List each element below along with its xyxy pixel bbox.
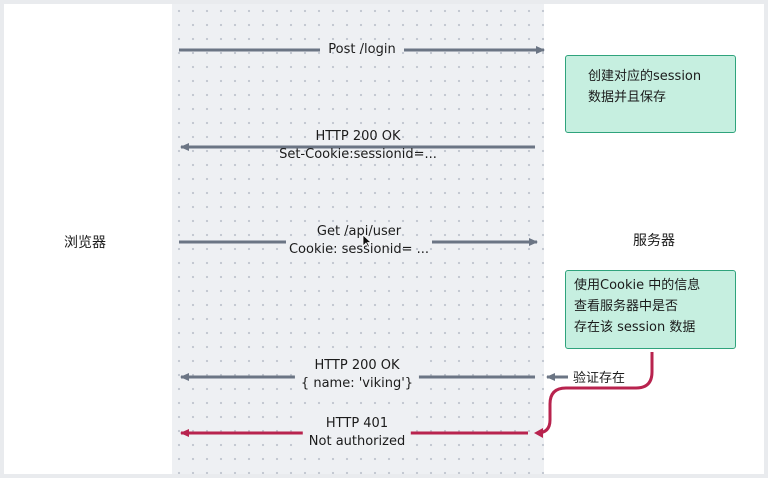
message-ok1-line1: HTTP 200 OK [315, 129, 401, 144]
note-check-session: 使用Cookie 中的信息 查看服务器中是否 存在该 session 数据 [565, 270, 736, 349]
verify-exists-label: 验证存在 [570, 367, 629, 386]
message-get-line2: Cookie: sessionid= ... [288, 242, 430, 257]
arrow-red-branch [536, 352, 654, 435]
message-login-text: Post /login [328, 42, 396, 57]
message-login: Post /login [328, 41, 395, 59]
message-ok2-line1: HTTP 200 OK [294, 357, 420, 375]
arrow-red-head-in [534, 428, 543, 438]
note-create-session: 创建对应的session 数据并且保存 [565, 55, 736, 133]
note-create-line2: 数据并且保存 [588, 90, 667, 105]
message-unauthorized-line1: HTTP 401 [302, 415, 412, 433]
message-unauthorized: HTTP 401 Not authorized [302, 415, 412, 451]
message-ok2: HTTP 200 OK { name: 'viking'} [294, 357, 420, 393]
message-ok1-line2: Set-Cookie:sessionid=... [279, 147, 437, 162]
message-unauthorized-line2: Not authorized [302, 433, 412, 451]
message-get-line1: Get /api/user [316, 224, 402, 239]
message-ok1: HTTP 200 OK Set-Cookie:sessionid=... [279, 128, 437, 164]
mouse-pointer-icon [362, 234, 373, 251]
note-create-line1: 创建对应的session [588, 69, 702, 84]
note-check-line2: 查看服务器中是否 [574, 299, 679, 314]
note-check-line1: 使用Cookie 中的信息 [574, 278, 701, 293]
note-check-line3: 存在该 session 数据 [574, 320, 696, 335]
message-get: Get /api/user Cookie: sessionid= ... [289, 223, 429, 259]
message-ok2-line2: { name: 'viking'} [294, 375, 420, 393]
